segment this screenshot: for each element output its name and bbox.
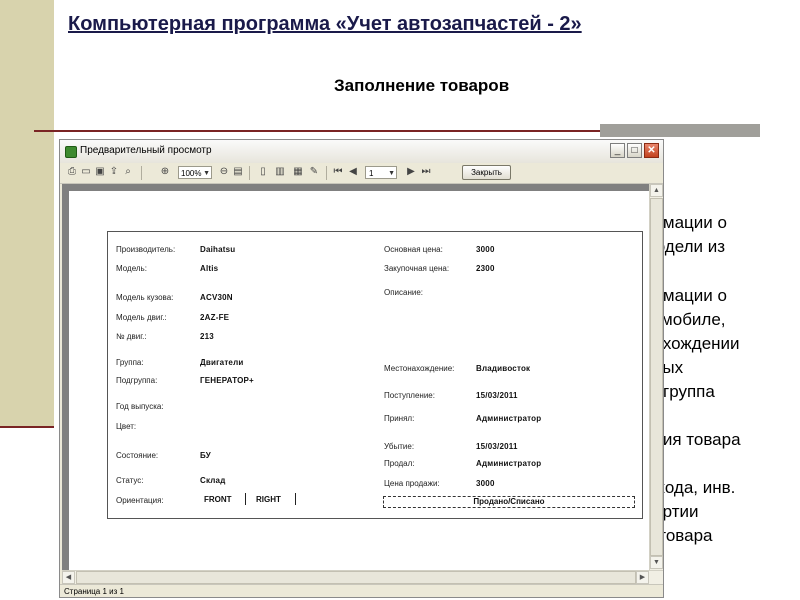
field-label: Принял: xyxy=(384,414,415,423)
zoom-in-icon[interactable]: ⊕ xyxy=(159,166,171,178)
field-label: Продал: xyxy=(384,459,415,468)
open-icon[interactable]: ▭ xyxy=(80,166,92,178)
preview-viewport: Производитель: Daihatsu Модель: Altis Мо… xyxy=(62,184,649,570)
slide-sidebar-rule xyxy=(0,426,54,428)
horizontal-scrollbar[interactable]: ◀ ▶ xyxy=(62,570,663,585)
first-page-icon[interactable]: ⏮ xyxy=(332,166,344,178)
chevron-down-icon: ▼ xyxy=(388,170,395,177)
field-value: 3000 xyxy=(476,479,495,488)
field-label: Убытие: xyxy=(384,442,415,451)
zoom-select[interactable]: 100% ▼ xyxy=(178,166,212,179)
edit-icon[interactable]: ✎ xyxy=(308,166,320,178)
field-value: 213 xyxy=(200,332,214,341)
field-label: Описание: xyxy=(384,288,424,297)
horizontal-scroll-thumb[interactable] xyxy=(76,571,636,584)
app-icon xyxy=(65,146,77,158)
last-page-icon[interactable]: ⏭ xyxy=(420,166,432,178)
one-page-icon[interactable]: ▯ xyxy=(257,166,269,178)
field-label: Статус: xyxy=(116,476,144,485)
field-label: Подгруппа: xyxy=(116,376,158,385)
chevron-down-icon: ▼ xyxy=(203,170,210,177)
field-label: Производитель: xyxy=(116,245,176,254)
window-title: Предварительный просмотр xyxy=(80,145,212,156)
field-label: Модель двиг.: xyxy=(116,313,167,322)
close-preview-button[interactable]: Закрыть xyxy=(462,165,511,180)
status-bar: Страница 1 из 1 xyxy=(60,584,663,597)
field-label: Местонахождение: xyxy=(384,364,455,373)
print-icon[interactable]: ⎙ xyxy=(66,166,78,178)
slide-title: Компьютерная программа «Учет автозапчаст… xyxy=(68,13,582,35)
slide-sidebar-bar xyxy=(0,0,54,428)
field-label: Поступление: xyxy=(384,391,435,400)
scroll-up-icon[interactable]: ▲ xyxy=(650,184,663,197)
field-label: № двиг.: xyxy=(116,332,147,341)
field-label: Ориентация: xyxy=(116,496,164,505)
field-label: Группа: xyxy=(116,358,144,367)
vertical-scroll-thumb[interactable] xyxy=(650,198,663,556)
slide-subtitle: Заполнение товаров xyxy=(334,76,510,95)
field-value: Администратор xyxy=(476,414,542,423)
vertical-scrollbar[interactable]: ▲ ▼ xyxy=(649,184,663,570)
next-page-icon[interactable]: ▶ xyxy=(405,166,417,178)
slide-gray-block xyxy=(600,124,760,137)
orientation-right: RIGHT xyxy=(256,495,281,504)
save-icon[interactable]: ▣ xyxy=(94,166,106,178)
orientation-divider xyxy=(245,493,246,505)
field-label: Цена продажи: xyxy=(384,479,440,488)
report-page: Производитель: Daihatsu Модель: Altis Мо… xyxy=(69,191,649,570)
orientation-divider xyxy=(295,493,296,505)
toolbar-separator xyxy=(141,166,142,180)
field-value: Склад xyxy=(200,476,226,485)
field-label: Закупочная цена: xyxy=(384,264,450,273)
close-window-button[interactable]: ✕ xyxy=(644,143,659,158)
zoom-value: 100% xyxy=(181,169,202,178)
scroll-down-icon[interactable]: ▼ xyxy=(650,556,663,569)
field-value: 15/03/2011 xyxy=(476,442,518,451)
window-titlebar[interactable]: Предварительный просмотр _ □ ✕ xyxy=(60,140,663,164)
field-label: Основная цена: xyxy=(384,245,443,254)
zoom-out-icon[interactable]: ⊖ xyxy=(218,166,230,178)
field-label: Цвет: xyxy=(116,422,137,431)
field-value: БУ xyxy=(200,451,211,460)
field-label: Модель: xyxy=(116,264,147,273)
toolbar: ⎙ ▭ ▣ ⇪ ⌕ ⊕ 100% ▼ ⊖ ▤ ▯ ▥ ▦ ✎ ⏮ ◀ 1 ▼ ▶ ⏭… xyxy=(60,163,663,184)
field-value: ACV30N xyxy=(200,293,233,302)
find-icon[interactable]: ⌕ xyxy=(122,166,134,178)
field-value: 15/03/2011 xyxy=(476,391,518,400)
item-card: Производитель: Daihatsu Модель: Altis Мо… xyxy=(107,231,643,519)
field-value: ГЕНЕРАТОР+ xyxy=(200,376,254,385)
field-label: Модель кузова: xyxy=(116,293,174,302)
field-label: Год выпуска: xyxy=(116,402,164,411)
field-value: 3000 xyxy=(476,245,495,254)
prev-page-icon[interactable]: ◀ xyxy=(347,166,359,178)
scroll-left-icon[interactable]: ◀ xyxy=(62,571,75,584)
scroll-right-icon[interactable]: ▶ xyxy=(636,571,649,584)
minimize-button[interactable]: _ xyxy=(610,143,625,158)
field-value: Администратор xyxy=(476,459,542,468)
two-pages-icon[interactable]: ▥ xyxy=(274,166,286,178)
field-value: Двигатели xyxy=(200,358,244,367)
toolbar-separator xyxy=(249,166,250,180)
field-value: Daihatsu xyxy=(200,245,236,254)
page-number-value: 1 xyxy=(369,169,374,178)
toolbar-separator xyxy=(326,166,327,180)
maximize-button[interactable]: □ xyxy=(627,143,642,158)
field-label: Состояние: xyxy=(116,451,159,460)
orientation-front: FRONT xyxy=(204,495,232,504)
multi-page-icon[interactable]: ▦ xyxy=(292,166,304,178)
field-value: Владивосток xyxy=(476,364,531,373)
page-width-icon[interactable]: ▤ xyxy=(232,166,244,178)
status-badge: Продано/Списано xyxy=(383,496,635,508)
field-value: 2300 xyxy=(476,264,495,273)
page-number-input[interactable]: 1 ▼ xyxy=(365,166,397,179)
export-icon[interactable]: ⇪ xyxy=(108,166,120,178)
preview-window: Предварительный просмотр _ □ ✕ ⎙ ▭ ▣ ⇪ ⌕… xyxy=(59,139,664,598)
field-value: Altis xyxy=(200,264,219,273)
field-value: 2AZ-FE xyxy=(200,313,230,322)
